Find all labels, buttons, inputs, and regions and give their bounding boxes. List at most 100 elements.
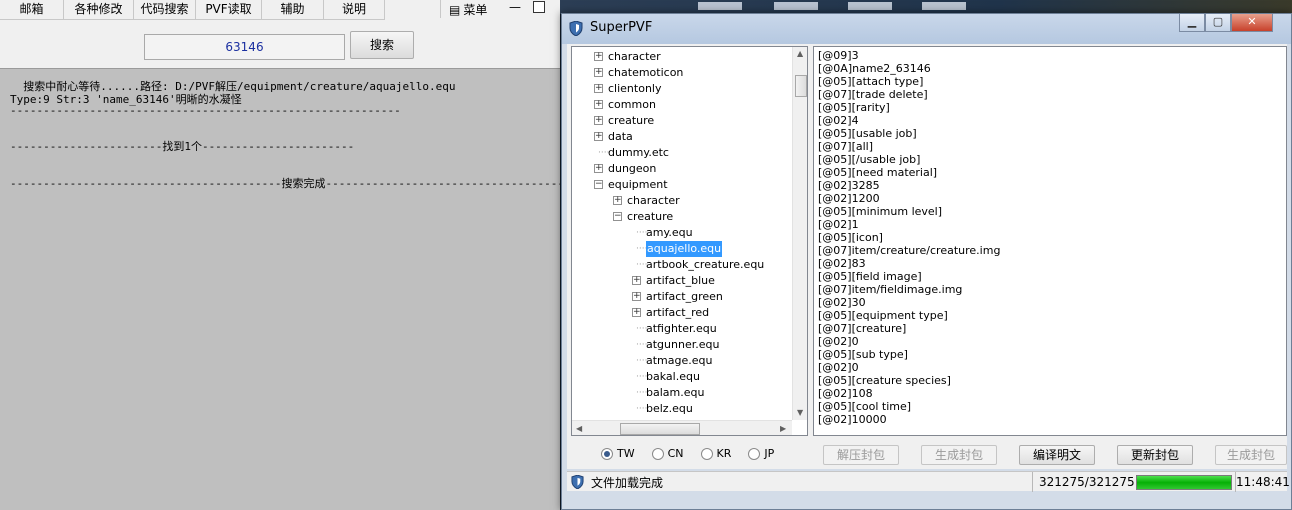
scroll-left-icon[interactable]: ◀ — [576, 424, 582, 433]
script-content-view[interactable]: [@09]3 [@0A]name2_63146 [@05][attach type]… — [813, 46, 1287, 436]
menu-item-code-search[interactable]: 代码搜索 — [134, 0, 196, 20]
expand-icon[interactable]: + — [613, 196, 622, 205]
content-line: [@02]4 — [818, 114, 859, 127]
menu-item-assist[interactable]: 辅助 — [262, 0, 324, 20]
close-icon[interactable]: ✕ — [1231, 14, 1273, 32]
content-line: [@07][all] — [818, 140, 874, 153]
content-line: [@02]30 — [818, 296, 866, 309]
region-radio-cn[interactable]: CN — [651, 447, 684, 460]
tree-item[interactable]: data — [608, 129, 633, 145]
tray-menu-label: 菜单 — [463, 3, 488, 17]
tree-item[interactable]: dummy.etc — [608, 145, 669, 161]
tree-item[interactable]: clientonly — [608, 81, 661, 97]
radio-icon[interactable] — [700, 447, 713, 460]
maximize-icon[interactable] — [533, 1, 545, 13]
search-button[interactable]: 搜索 — [350, 31, 414, 59]
scroll-up-icon[interactable]: ▲ — [797, 49, 803, 58]
tree-item[interactable]: aquajello.equ — [646, 241, 723, 257]
tree-horizontal-scrollbar[interactable]: ◀ ▶ — [572, 420, 792, 435]
status-time: 11:48:41 — [1235, 472, 1290, 492]
radio-icon[interactable] — [651, 447, 664, 460]
expand-icon[interactable]: + — [632, 276, 641, 285]
background-tab — [848, 2, 892, 10]
tree-item[interactable]: atgunner.equ — [646, 337, 719, 353]
tree-item[interactable]: artifact_red — [646, 305, 709, 321]
region-radio-tw[interactable]: TW — [601, 447, 635, 460]
collapse-icon[interactable]: − — [613, 212, 622, 221]
update-pack-button[interactable]: 更新封包 — [1117, 445, 1193, 465]
tree-vertical-scrollbar[interactable]: ▲ ▼ — [792, 47, 807, 420]
menu-icon: ▤ — [449, 2, 461, 17]
menu-bar: 邮箱 各种修改 代码搜索 PVF读取 辅助 说明 — [0, 0, 385, 20]
tree-item[interactable]: balam.equ — [646, 385, 704, 401]
content-line: [@05][equipment type] — [818, 309, 948, 322]
content-line: [@09]3 — [818, 49, 859, 62]
shield-icon — [571, 475, 584, 489]
radio-label: JP — [764, 447, 775, 460]
radio-icon[interactable] — [748, 447, 761, 460]
tree-item[interactable]: dungeon — [608, 161, 656, 177]
tree-item[interactable]: creature — [608, 113, 654, 129]
tree-item[interactable]: atfighter.equ — [646, 321, 717, 337]
region-radio-kr[interactable]: KR — [700, 447, 732, 460]
expand-icon[interactable]: + — [594, 68, 603, 77]
tree-item[interactable]: bakal.equ — [646, 369, 700, 385]
radio-label: KR — [716, 447, 732, 460]
region-selector: TW CN KR JP — [601, 447, 774, 460]
tree-item[interactable]: equipment — [608, 177, 668, 193]
content-line: [@07]item/creature/creature.img — [818, 244, 1001, 257]
background-tab — [922, 2, 966, 10]
scroll-down-icon[interactable]: ▼ — [797, 408, 803, 417]
maximize-icon[interactable]: ▢ — [1205, 14, 1231, 32]
tree-item[interactable]: artifact_green — [646, 289, 723, 305]
content-line: [@07]item/fieldimage.img — [818, 283, 963, 296]
tree-item[interactable]: atmage.equ — [646, 353, 712, 369]
status-bar: 文件加载完成 321275/321275 11:48:41 — [567, 471, 1290, 492]
expand-icon[interactable]: + — [632, 292, 641, 301]
tree-item[interactable]: chatemoticon — [608, 65, 683, 81]
scroll-thumb[interactable] — [620, 423, 700, 435]
content-line: [@02]3285 — [818, 179, 880, 192]
generate-pack-button-2[interactable]: 生成封包 — [1215, 445, 1287, 465]
menu-item-pvf-read[interactable]: PVF读取 — [196, 0, 262, 20]
tree-item[interactable]: belz.equ — [646, 401, 693, 417]
tree-item[interactable]: artbook_creature.equ — [646, 257, 764, 273]
title-bar[interactable]: SuperPVF ▁ ▢ ✕ — [562, 14, 1291, 44]
expand-icon[interactable]: + — [594, 52, 603, 61]
tree-item[interactable]: character — [608, 49, 661, 65]
expand-icon[interactable]: + — [594, 116, 603, 125]
content-line: [@05][/usable job] — [818, 153, 921, 166]
tree-item[interactable]: common — [608, 97, 656, 113]
content-line: [@05][icon] — [818, 231, 883, 244]
tree-item[interactable]: amy.equ — [646, 225, 693, 241]
menu-item-help[interactable]: 说明 — [324, 0, 385, 20]
tree-item[interactable]: character — [627, 193, 680, 209]
scroll-right-icon[interactable]: ▶ — [780, 424, 786, 433]
window-title: SuperPVF — [590, 20, 653, 35]
file-tree[interactable]: + character + chatemoticon + clientonly + commo… — [571, 46, 808, 436]
expand-icon[interactable]: + — [594, 132, 603, 141]
collapse-icon[interactable]: − — [594, 180, 603, 189]
radio-label: TW — [617, 447, 635, 460]
search-input[interactable]: 63146 — [144, 34, 345, 60]
menu-item-mailbox[interactable]: 邮箱 — [0, 0, 64, 20]
region-radio-jp[interactable]: JP — [748, 447, 774, 460]
unpack-button[interactable]: 解压封包 — [823, 445, 899, 465]
menu-item-modify[interactable]: 各种修改 — [64, 0, 134, 20]
generate-pack-button[interactable]: 生成封包 — [921, 445, 997, 465]
radio-icon[interactable] — [601, 447, 613, 460]
compile-text-button[interactable]: 编译明文 — [1019, 445, 1095, 465]
tray-menu[interactable]: ▤ 菜单 — [449, 1, 487, 18]
tray-bar: ▤ 菜单 — — [440, 0, 560, 18]
minimize-icon[interactable]: — — [507, 0, 523, 18]
minimize-icon[interactable]: ▁ — [1179, 14, 1205, 32]
scroll-thumb[interactable] — [795, 75, 807, 97]
expand-icon[interactable]: + — [632, 308, 641, 317]
expand-icon[interactable]: + — [594, 164, 603, 173]
tree-item[interactable]: artifact_blue — [646, 273, 715, 289]
expand-icon[interactable]: + — [594, 100, 603, 109]
output-line: 搜索中耐心等待......路径: D:/PVF解压/equipment/crea… — [10, 80, 456, 93]
content-line: [@05][attach type] — [818, 75, 924, 88]
tree-item[interactable]: creature — [627, 209, 673, 225]
expand-icon[interactable]: + — [594, 84, 603, 93]
